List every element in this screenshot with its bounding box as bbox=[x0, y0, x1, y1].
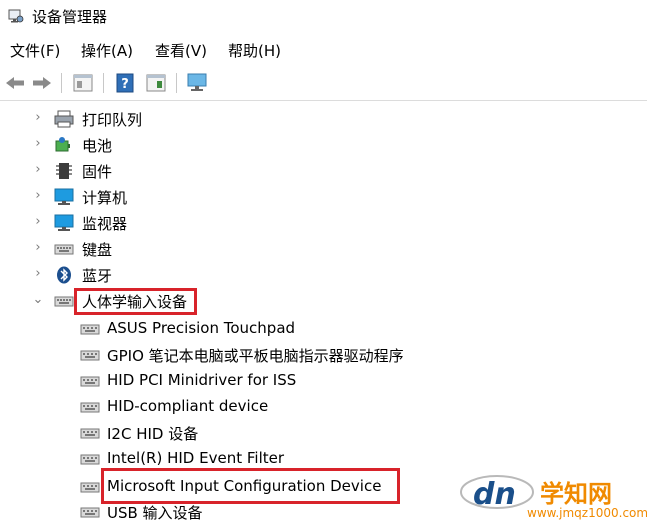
hid-device-icon bbox=[80, 350, 100, 361]
tree-device-item[interactable]: HID PCI Minidriver for ISS bbox=[0, 368, 647, 394]
tree-device-label: GPIO 笔记本电脑或平板电脑指示器驱动程序 bbox=[107, 347, 404, 365]
highlight-box-hid-category bbox=[74, 288, 197, 315]
tree-category-firmware[interactable]: › 固件 bbox=[0, 158, 647, 184]
tree-device-label: I2C HID 设备 bbox=[107, 425, 199, 443]
keyboard-icon bbox=[54, 244, 74, 255]
tree-device-item[interactable]: HID-compliant device bbox=[0, 394, 647, 420]
tree-device-label: HID PCI Minidriver for ISS bbox=[107, 371, 297, 389]
svg-text:?: ? bbox=[121, 77, 129, 92]
tree-category-printer-queue[interactable]: › 打印队列 bbox=[0, 106, 647, 132]
monitor-icon bbox=[54, 214, 74, 231]
properties-icon[interactable] bbox=[72, 72, 94, 94]
tree-category-battery[interactable]: › 电池 bbox=[0, 132, 647, 158]
title-bar: 设备管理器 bbox=[0, 0, 647, 32]
chevron-down-icon[interactable]: ⌄ bbox=[32, 293, 44, 307]
show-hidden-icon[interactable] bbox=[145, 72, 167, 94]
watermark-logo: dn bbox=[460, 475, 534, 512]
tree-category-bluetooth[interactable]: › 蓝牙 bbox=[0, 262, 647, 288]
computer-icon bbox=[54, 188, 74, 205]
hid-device-icon bbox=[80, 507, 100, 518]
tree-category-label: 计算机 bbox=[82, 189, 128, 207]
tree-device-item[interactable]: I2C HID 设备 bbox=[0, 420, 647, 446]
tree-device-item[interactable]: GPIO 笔记本电脑或平板电脑指示器驱动程序 bbox=[0, 342, 647, 368]
watermark-url: www.jmqz1000.com bbox=[527, 506, 647, 520]
hid-device-icon bbox=[80, 402, 100, 413]
hid-device-icon bbox=[80, 324, 100, 335]
toolbar-separator bbox=[176, 73, 177, 93]
back-arrow-icon[interactable] bbox=[4, 72, 26, 94]
help-icon[interactable]: ? bbox=[114, 72, 136, 94]
tree-category-label: 固件 bbox=[82, 163, 113, 181]
watermark-text: 学知网 bbox=[540, 480, 612, 508]
tree-category-monitor[interactable]: › 监视器 bbox=[0, 210, 647, 236]
tree-category-label: 键盘 bbox=[82, 241, 113, 259]
tree-category-computer[interactable]: › 计算机 bbox=[0, 184, 647, 210]
hid-device-icon bbox=[80, 376, 100, 387]
chevron-right-icon[interactable]: › bbox=[32, 111, 44, 125]
menu-action[interactable]: 操作(A) bbox=[81, 40, 133, 61]
tree-category-label: 电池 bbox=[82, 137, 113, 155]
tree-device-label: HID-compliant device bbox=[107, 397, 269, 415]
chevron-right-icon[interactable]: › bbox=[32, 241, 44, 255]
watermark: dn 学知网 www.jmqz1000.com bbox=[455, 470, 647, 522]
chip-icon bbox=[56, 163, 72, 179]
monitor-icon[interactable] bbox=[186, 72, 208, 94]
forward-arrow-icon[interactable] bbox=[31, 72, 53, 94]
hid-device-icon bbox=[80, 482, 100, 493]
printer-icon bbox=[54, 110, 74, 128]
tree-device-item[interactable]: ASUS Precision Touchpad bbox=[0, 316, 647, 342]
tree-category-keyboard[interactable]: › 键盘 bbox=[0, 236, 647, 262]
tree-device-label: USB 输入设备 bbox=[107, 504, 203, 522]
menu-view[interactable]: 查看(V) bbox=[155, 40, 207, 61]
toolbar-separator bbox=[103, 73, 104, 93]
chevron-right-icon[interactable]: › bbox=[32, 189, 44, 203]
tree-device-label: Intel(R) HID Event Filter bbox=[107, 449, 285, 467]
battery-icon bbox=[55, 137, 70, 152]
menu-file[interactable]: 文件(F) bbox=[10, 40, 60, 61]
menu-help[interactable]: 帮助(H) bbox=[228, 40, 281, 61]
menu-bar: 文件(F) 操作(A) 查看(V) 帮助(H) bbox=[0, 38, 647, 62]
hid-icon bbox=[54, 296, 74, 307]
window-title: 设备管理器 bbox=[32, 8, 108, 26]
device-tree: › 打印队列 › 电池 › 固件 › 计算机 › 监视器 › 键盘 › 蓝牙 ⌄… bbox=[0, 104, 647, 523]
tree-category-label: 打印队列 bbox=[82, 111, 143, 129]
chevron-right-icon[interactable]: › bbox=[32, 137, 44, 151]
chevron-right-icon[interactable]: › bbox=[32, 267, 44, 281]
toolbar: ? bbox=[0, 66, 647, 101]
tree-category-label: 蓝牙 bbox=[82, 267, 113, 285]
tree-device-label: ASUS Precision Touchpad bbox=[107, 319, 296, 337]
chevron-right-icon[interactable]: › bbox=[32, 163, 44, 177]
bluetooth-icon bbox=[57, 266, 71, 284]
chevron-right-icon[interactable]: › bbox=[32, 215, 44, 229]
watermark-brand: dn bbox=[473, 477, 516, 512]
toolbar-separator bbox=[61, 73, 62, 93]
device-manager-icon bbox=[8, 9, 24, 23]
tree-category-label: 监视器 bbox=[82, 215, 128, 233]
hid-device-icon bbox=[80, 428, 100, 439]
hid-device-icon bbox=[80, 454, 100, 465]
